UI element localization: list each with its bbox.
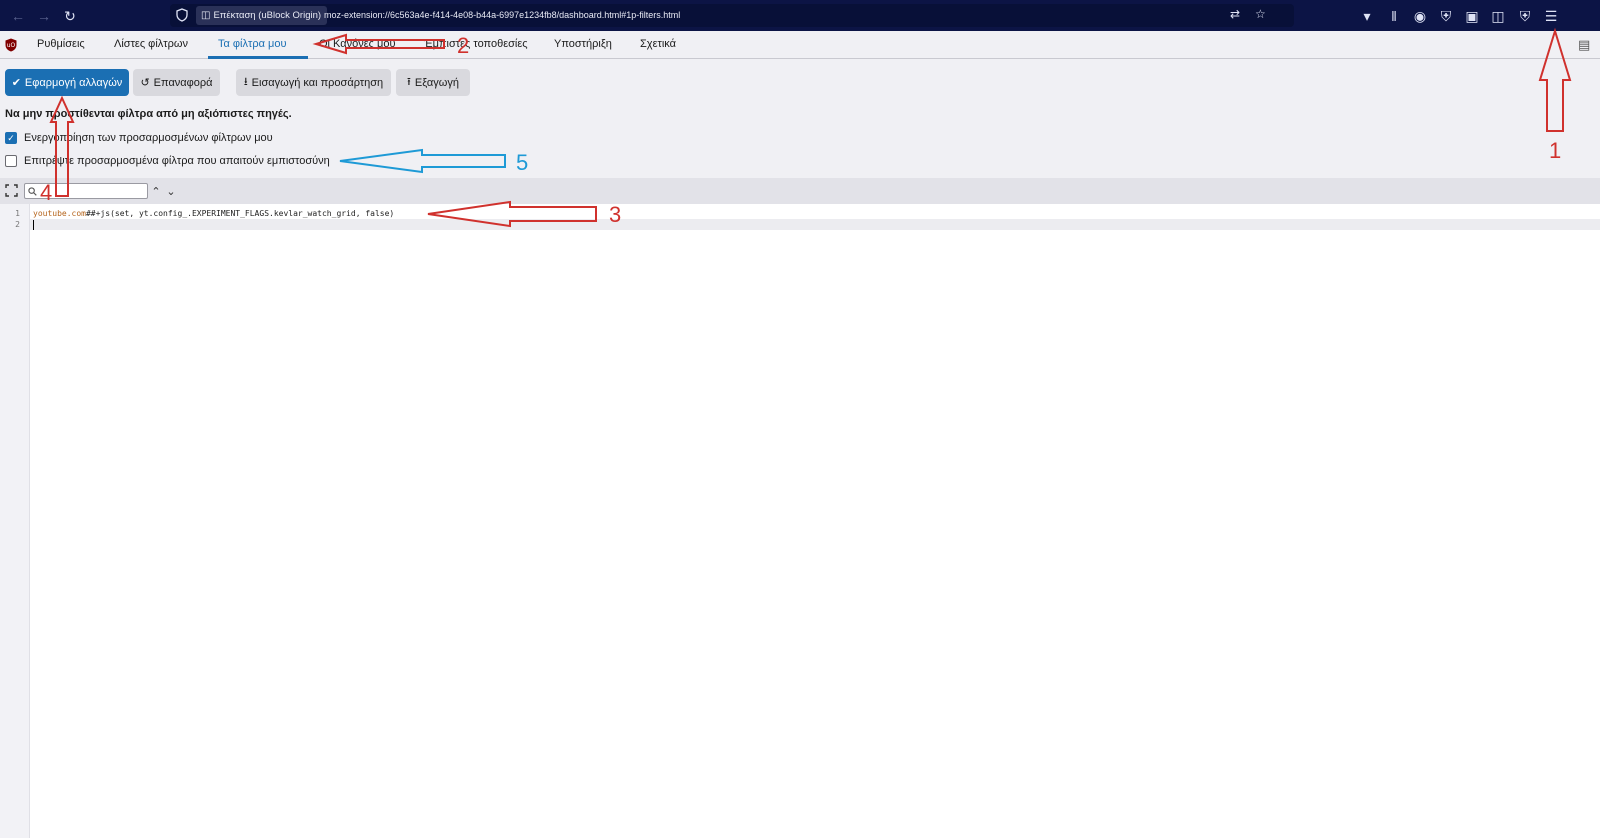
upload-icon: ⭱ — [407, 76, 411, 88]
extension-chip-label: Επέκταση (uBlock Origin) — [213, 10, 322, 21]
tracking-protection-icon[interactable] — [176, 8, 188, 22]
search-icon — [28, 187, 37, 196]
extension-identity-chip[interactable]: ◫ Επέκταση (uBlock Origin) — [196, 6, 328, 25]
privacy-extension-icon[interactable]: ⛨ — [1436, 6, 1456, 26]
bookmark-star-icon[interactable]: ☆ — [1255, 7, 1266, 21]
annotation-label-5: 5 — [516, 150, 529, 175]
annotation-label-1: 1 — [1549, 138, 1562, 163]
puzzle-icon: ◫ — [201, 10, 211, 21]
allow-trusted-filters-option[interactable]: Επιτρέψτε προσαρμοσμένα φίλτρα που απαιτ… — [5, 155, 330, 167]
enable-custom-filters-checkbox[interactable]: ✓ — [5, 132, 17, 144]
tab-about[interactable]: Σχετικά — [640, 38, 676, 50]
checkmark-icon: ✔ — [11, 77, 21, 89]
forward-icon[interactable]: → — [34, 6, 54, 26]
filter-rule: ##+js(set, yt.config_.EXPERIMENT_FLAGS.k… — [85, 209, 395, 218]
url-text[interactable]: moz-extension://6c563a4e-f414-4e08-b44a-… — [324, 10, 680, 20]
import-append-button[interactable]: ⭳ Εισαγωγή και προσάρτηση — [236, 69, 391, 96]
tab-support[interactable]: Υποστήριξη — [554, 38, 612, 50]
import-append-label: Εισαγωγή και προσάρτηση — [251, 76, 384, 89]
search-input[interactable] — [39, 185, 145, 197]
export-label: Εξαγωγή — [414, 76, 459, 89]
revert-button[interactable]: ↺ Επαναφορά — [133, 69, 220, 96]
ublock-toolbar-icon[interactable]: ⛨ — [1515, 6, 1535, 26]
tab-settings[interactable]: Ρυθμίσεις — [37, 38, 85, 50]
code-line[interactable]: youtube.com##+js(set, yt.config_.EXPERIM… — [33, 209, 394, 218]
download-icon: ⭳ — [243, 76, 248, 88]
tab-my-filters[interactable]: Τα φίλτρα μου — [218, 38, 287, 50]
menu-icon[interactable]: ☰ — [1541, 6, 1561, 26]
dashboard-tabs: uO Ρυθμίσεις Λίστες φίλτρων Τα φίλτρα μο… — [0, 31, 1600, 59]
find-next-icon[interactable]: ⌄ — [164, 183, 178, 199]
translate-icon[interactable]: ⇄ — [1230, 7, 1240, 21]
active-line-highlight — [30, 219, 1600, 230]
extensions-icon[interactable]: ◫ — [1488, 6, 1508, 26]
annotation-label-3: 3 — [609, 202, 622, 227]
tab-trusted-sites[interactable]: Έμπιστες τοποθεσίες — [424, 38, 528, 50]
back-icon[interactable]: ← — [8, 6, 28, 26]
translator-extension-icon[interactable]: ▣ — [1462, 6, 1482, 26]
line-number-gutter: 1 2 — [0, 204, 30, 838]
text-caret — [33, 220, 34, 230]
library-icon[interactable]: ‖ — [1384, 6, 1404, 26]
enable-custom-filters-label: Ενεργοποίηση των προσαρμοσμένων φίλτρων … — [24, 132, 273, 144]
account-icon[interactable]: ◉ — [1410, 6, 1430, 26]
find-previous-icon[interactable]: ⌃ — [149, 183, 163, 199]
allow-trusted-filters-checkbox[interactable] — [5, 155, 17, 167]
enable-custom-filters-option[interactable]: ✓ Ενεργοποίηση των προσαρμοσμένων φίλτρω… — [5, 132, 273, 144]
reload-icon[interactable]: ↻ — [60, 6, 80, 26]
filter-domain: youtube.com — [33, 209, 86, 218]
revert-label: Επαναφορά — [153, 76, 213, 89]
filter-editor[interactable]: 1 2 youtube.com##+js(set, yt.config_.EXP… — [0, 204, 1600, 838]
tab-my-rules[interactable]: Οι Κανόνες μου — [319, 38, 395, 50]
tab-filter-lists[interactable]: Λίστες φίλτρων — [114, 38, 188, 50]
editor-search-bar: ⌃ ⌄ — [0, 178, 1600, 204]
annotation-label-4: 4 — [40, 180, 53, 205]
export-button[interactable]: ⭱ Εξαγωγή — [396, 69, 470, 96]
apply-changes-button[interactable]: ✔ Εφαρμογή αλλαγών — [5, 69, 129, 96]
browser-toolbar: ← → ↻ ◫ Επέκταση (uBlock Origin) moz-ext… — [0, 0, 1600, 31]
url-bar[interactable]: ◫ Επέκταση (uBlock Origin) moz-extension… — [170, 4, 1294, 27]
apply-changes-label: Εφαρμογή αλλαγών — [24, 76, 123, 89]
line-number: 1 — [15, 209, 20, 218]
line-number: 2 — [15, 220, 20, 229]
annotation-arrow-5 — [339, 148, 506, 174]
documentation-icon[interactable]: ▤ — [1578, 37, 1592, 53]
untrusted-sources-notice: Να μην προστίθενται φίλτρα από μη αξιόπι… — [5, 108, 292, 120]
undo-icon: ↺ — [140, 77, 150, 89]
pocket-icon[interactable]: ▾ — [1357, 6, 1377, 26]
allow-trusted-filters-label: Επιτρέψτε προσαρμοσμένα φίλτρα που απαιτ… — [24, 155, 330, 167]
fullscreen-icon[interactable] — [5, 184, 18, 197]
svg-text:uO: uO — [7, 42, 16, 49]
active-tab-indicator — [208, 56, 308, 59]
ublock-logo-icon: uO — [5, 38, 17, 52]
annotation-label-2: 2 — [457, 33, 470, 58]
